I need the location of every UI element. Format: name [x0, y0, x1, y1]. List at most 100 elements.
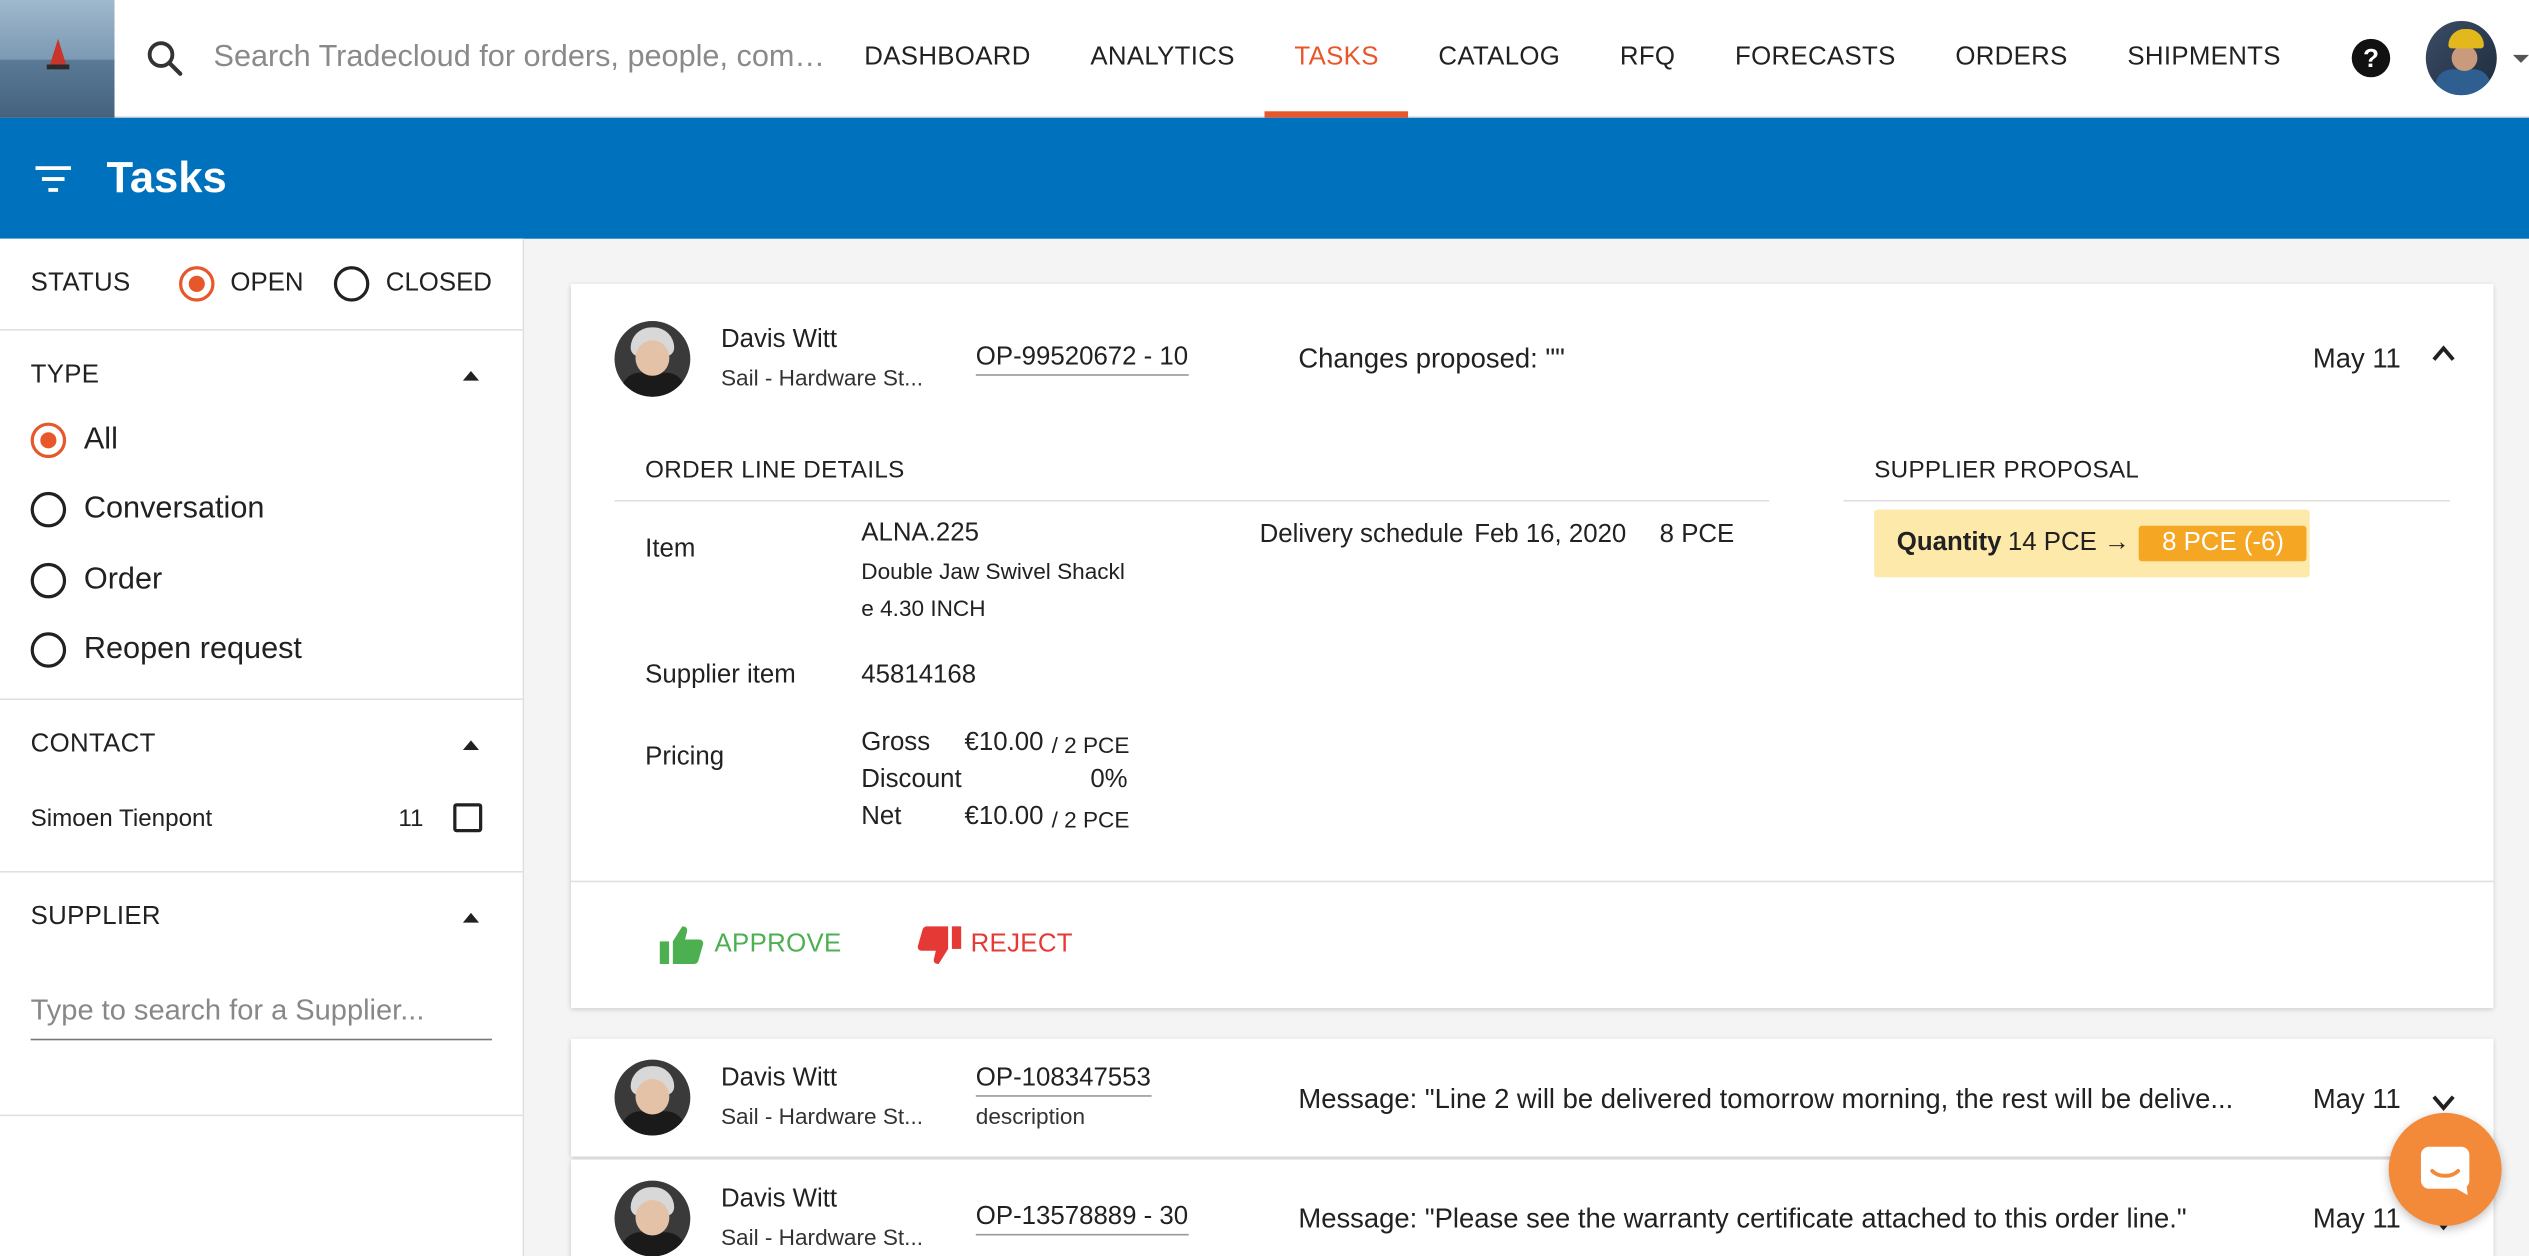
filter-sidebar: STATUS OPEN CLOSED TYPE All Conversation — [0, 238, 525, 1256]
task-company: Sail - Hardware St... — [720, 1103, 924, 1130]
task-contact-name: Davis Witt — [720, 1185, 838, 1213]
status-closed-radio[interactable] — [334, 266, 370, 302]
status-open-radio[interactable] — [178, 266, 215, 302]
type-option-all[interactable]: All — [30, 405, 492, 475]
quantity-proposal: Quantity 14 PCE → 8 PCE (-6) — [1874, 509, 2310, 578]
contact-name: Simoen Tienpont — [30, 804, 213, 832]
user-avatar[interactable] — [2426, 20, 2497, 96]
gross-label: Gross — [861, 729, 931, 757]
task-actions: APPROVE REJECT — [570, 880, 2494, 1007]
order-line-title: ORDER LINE DETAILS — [645, 456, 905, 484]
filter-icon[interactable] — [0, 165, 106, 192]
delivery-schedule-label: Delivery schedule — [1259, 520, 1464, 549]
contact-item[interactable]: Simoen Tienpont 11 — [31, 777, 492, 858]
contact-checkbox[interactable] — [452, 803, 482, 833]
item-code: ALNA.225 — [861, 519, 979, 547]
item-label: Item — [645, 535, 696, 563]
type-option-conversation[interactable]: Conversation — [30, 475, 492, 545]
order-link[interactable]: OP-108347553 — [975, 1065, 1151, 1097]
type-conversation-radio[interactable] — [30, 492, 67, 528]
supplier-item-label: Supplier item — [645, 661, 796, 689]
search-icon[interactable] — [115, 37, 213, 79]
net-label: Net — [861, 803, 902, 831]
order-link[interactable]: OP-99520672 - 10 — [975, 344, 1189, 376]
supplier-label: SUPPLIER — [30, 903, 161, 931]
net-unit: / 2 PCE — [1051, 806, 1130, 833]
task-contact-name: Davis Witt — [720, 1064, 838, 1092]
contact-count: 11 — [398, 804, 424, 832]
nav-dashboard[interactable]: DASHBOARD — [834, 0, 1060, 117]
discount-label: Discount — [861, 766, 962, 794]
type-reopen-label[interactable]: Reopen request — [84, 633, 302, 668]
collapse-type-icon[interactable] — [462, 370, 480, 381]
nav-rfq[interactable]: RFQ — [1590, 0, 1705, 117]
contact-label: CONTACT — [30, 730, 156, 759]
status-open-label[interactable]: OPEN — [230, 269, 303, 298]
approve-label[interactable]: APPROVE — [715, 930, 842, 959]
order-line-details: ORDER LINE DETAILS SUPPLIER PROPOSAL Ite… — [571, 432, 2494, 880]
task-header[interactable]: Davis Witt Sail - Hardware St... OP-9952… — [571, 284, 2494, 432]
task-card: Davis Witt Sail - Hardware St... OP-9952… — [570, 283, 2494, 1009]
task-date: May 11 — [2312, 1083, 2401, 1115]
supplier-search-input[interactable]: Type to search for a Supplier... — [30, 982, 492, 1041]
task-card[interactable]: Davis Witt Sail - Hardware St... OP-1083… — [570, 1038, 2494, 1157]
nav-tasks[interactable]: TASKS — [1264, 0, 1410, 117]
main-nav: DASHBOARD ANALYTICS TASKS CATALOG RFQ FO… — [834, 0, 2310, 117]
type-reopen-radio[interactable] — [30, 632, 67, 669]
type-filter: TYPE All Conversation Order Reopen reque… — [0, 331, 523, 700]
page-header: Tasks — [0, 117, 2529, 239]
reject-label[interactable]: REJECT — [971, 930, 1073, 959]
chevron-down-icon[interactable] — [2512, 54, 2529, 63]
proposal-label: Quantity — [1896, 529, 2002, 557]
delivery-date: Feb 16, 2020 — [1474, 520, 1627, 549]
type-order-label[interactable]: Order — [84, 562, 162, 597]
nav-shipments[interactable]: SHIPMENTS — [2098, 0, 2311, 117]
task-header[interactable]: Davis Witt Sail - Hardware St... OP-1083… — [571, 1039, 2494, 1157]
page-title: Tasks — [106, 153, 227, 202]
status-closed-label[interactable]: CLOSED — [386, 269, 492, 298]
chat-icon — [2420, 1146, 2470, 1196]
type-label: TYPE — [30, 361, 100, 389]
nav-analytics[interactable]: ANALYTICS — [1061, 0, 1265, 117]
type-conversation-label[interactable]: Conversation — [84, 492, 265, 527]
top-bar: Search Tradecloud for orders, people, co… — [0, 0, 2529, 118]
order-link[interactable]: OP-13578889 - 30 — [975, 1203, 1189, 1236]
task-message: Changes proposed: "" — [1298, 343, 1565, 375]
contact-filter: CONTACT Simoen Tienpont 11 — [0, 700, 523, 873]
net-value: €10.00 — [964, 803, 1044, 831]
discount-value: 0% — [1090, 766, 1128, 794]
nav-forecasts[interactable]: FORECASTS — [1705, 0, 1925, 117]
task-card[interactable]: Davis Witt Sail - Hardware St... OP-1357… — [570, 1159, 2494, 1256]
collapse-supplier-icon[interactable] — [462, 912, 480, 923]
type-option-order[interactable]: Order — [30, 545, 492, 615]
thumbs-down-icon — [917, 925, 961, 964]
collapse-contact-icon[interactable] — [462, 740, 480, 750]
nav-orders[interactable]: ORDERS — [1925, 0, 2097, 117]
supplier-item-value: 45814168 — [861, 661, 977, 689]
task-date: May 11 — [2312, 1203, 2401, 1234]
type-all-radio[interactable] — [30, 422, 67, 458]
task-message: Message: "Please see the warranty certif… — [1298, 1203, 2187, 1234]
brand-logo[interactable] — [0, 0, 116, 117]
type-option-reopen-request[interactable]: Reopen request — [30, 615, 492, 685]
type-all-label[interactable]: All — [84, 422, 118, 457]
chat-button[interactable] — [2388, 1112, 2502, 1226]
approve-button[interactable]: APPROVE — [659, 923, 842, 965]
task-date: May 11 — [2312, 343, 2401, 375]
nav-catalog[interactable]: CATALOG — [1409, 0, 1590, 117]
help-icon[interactable]: ? — [2315, 37, 2426, 79]
delivery-quantity: 8 PCE — [1659, 520, 1735, 549]
avatar — [614, 1180, 691, 1256]
task-company: Sail - Hardware St... — [720, 364, 924, 391]
task-header[interactable]: Davis Witt Sail - Hardware St... OP-1357… — [571, 1160, 2494, 1256]
thumbs-up-icon — [659, 925, 704, 964]
avatar — [614, 1059, 691, 1136]
chevron-up-icon[interactable] — [2431, 342, 2457, 371]
search-input[interactable]: Search Tradecloud for orders, people, co… — [214, 40, 828, 75]
item-description-1: Double Jaw Swivel Shackl — [861, 558, 1125, 584]
gross-unit: / 2 PCE — [1051, 732, 1130, 759]
proposal-old-value: 14 PCE → — [2007, 529, 2130, 557]
task-company: Sail - Hardware St... — [720, 1224, 924, 1250]
type-order-radio[interactable] — [30, 562, 67, 598]
reject-button[interactable]: REJECT — [916, 923, 1073, 965]
